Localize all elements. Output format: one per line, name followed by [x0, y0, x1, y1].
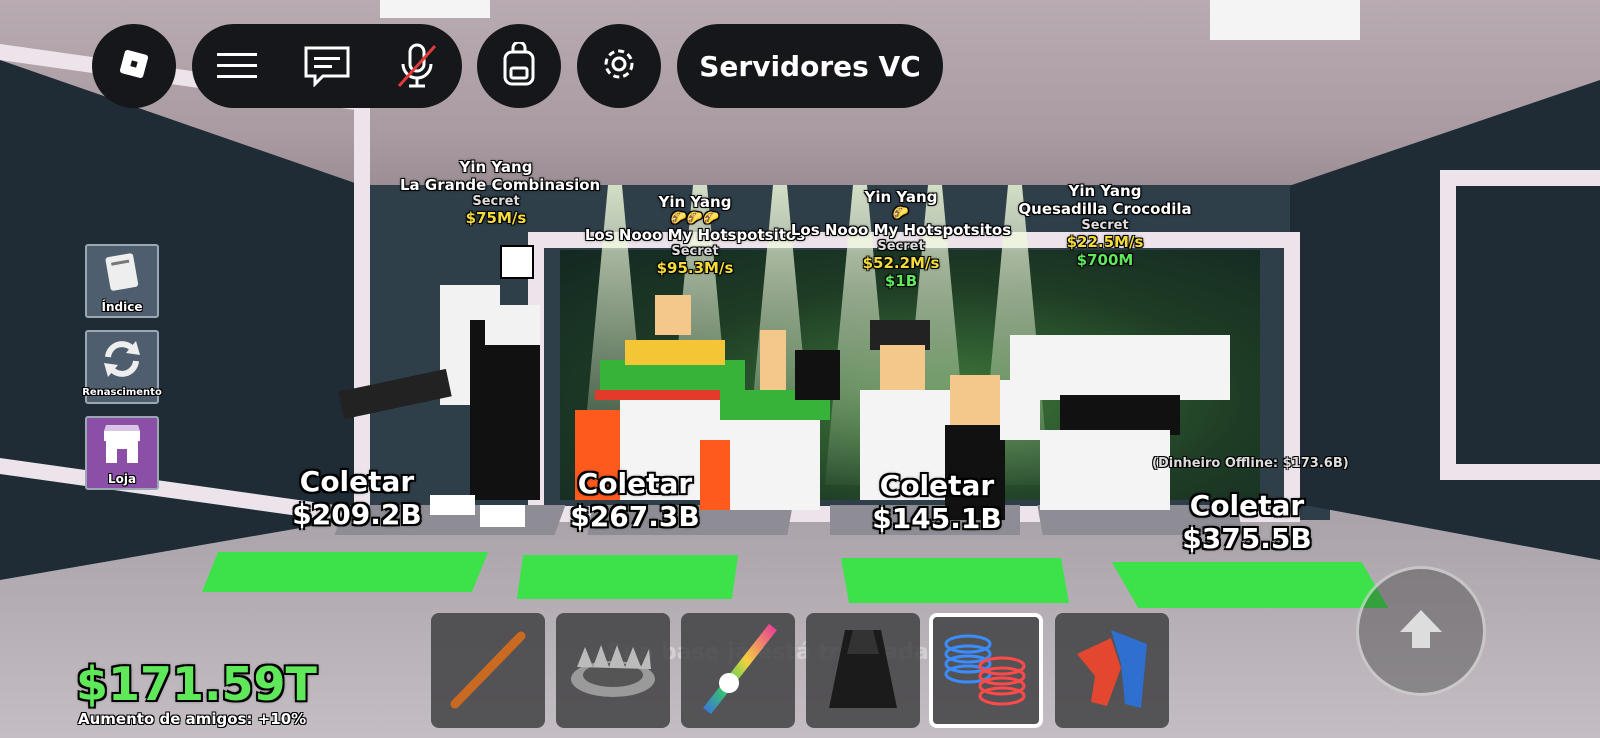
jump-button[interactable] — [1356, 566, 1486, 696]
collect-pad[interactable] — [201, 552, 489, 592]
rarity-label: Secret — [877, 239, 925, 254]
owner-name: Yin Yang — [658, 193, 732, 211]
backpack-button[interactable] — [477, 24, 561, 108]
hotbar-slot-4[interactable] — [806, 613, 920, 728]
shop-button[interactable]: Loja — [85, 416, 159, 490]
collect-label-3: Coletar $145.1B — [862, 470, 1012, 536]
book-icon — [100, 246, 144, 300]
shop-icon — [98, 418, 146, 472]
friend-boost-label: Aumento de amigos: +10% — [78, 710, 307, 728]
unicorn-sword-icon — [693, 619, 783, 723]
owner-name: Yin Yang — [459, 158, 533, 176]
worth-value: $700M — [1076, 251, 1134, 269]
collect-pad[interactable] — [516, 555, 739, 599]
income-rate: $75M/s — [465, 209, 527, 227]
collect-amount: $375.5B — [1182, 522, 1312, 555]
roblox-menu-button[interactable] — [92, 24, 176, 108]
billboard-hotspotsitos-1: Yin Yang 🌮🌮🌮 Los Nooo My Hotspotsitos Se… — [580, 193, 810, 277]
collect-amount: $209.2B — [292, 498, 422, 531]
red-blue-figure-icon — [1067, 624, 1157, 718]
collect-pad[interactable] — [841, 558, 1069, 603]
brainrot-name: La Grande Combinasion — [400, 176, 601, 194]
collect-amount: $145.1B — [872, 502, 1002, 535]
rarity-label: Secret — [472, 194, 520, 209]
gear-icon — [600, 45, 638, 87]
owner-name: Yin Yang — [864, 188, 938, 206]
collect-amount: $267.3B — [570, 500, 700, 533]
backpack-icon — [501, 40, 537, 90]
shop-label: Loja — [107, 472, 137, 486]
billboard-la-grande-combinasion: Yin Yang La Grande Combinasion Secret $7… — [400, 158, 601, 227]
voice-servers-button[interactable]: Servidores VC — [677, 24, 943, 108]
collect-label-4: Coletar $375.5B — [1172, 490, 1322, 556]
collect-text: Coletar — [879, 469, 995, 502]
ceiling-light — [380, 0, 490, 18]
collect-pad[interactable] — [1111, 562, 1389, 608]
black-cloak-icon — [823, 624, 903, 718]
rarity-label: Secret — [671, 244, 719, 259]
collect-text: Coletar — [1189, 489, 1305, 522]
bear-trap-icon — [565, 629, 661, 713]
right-window-frame — [1440, 170, 1600, 480]
collect-text: Coletar — [299, 465, 415, 498]
roblox-logo-icon — [114, 44, 154, 88]
collect-text: Coletar — [577, 467, 693, 500]
rebirth-icon — [98, 332, 146, 386]
chat-icon[interactable] — [297, 36, 357, 96]
income-rate: $52.2M/s — [862, 254, 940, 272]
hotbar-slot-2[interactable] — [556, 613, 670, 728]
food-icons: 🌮🌮🌮 — [670, 211, 720, 226]
rarity-label: Secret — [1081, 218, 1129, 233]
left-window-frame — [0, 43, 370, 527]
offline-money-note: (Dinheiro Offline: $173.6B) — [1152, 456, 1349, 471]
mic-muted-icon[interactable] — [387, 36, 447, 96]
ceiling-light — [1210, 0, 1360, 40]
index-button[interactable]: Índice — [85, 244, 159, 318]
billboard-quesadilla-crocodila: Yin Yang Quesadilla Crocodila Secret $22… — [1010, 182, 1200, 269]
spring-coil-icon — [936, 624, 1036, 718]
hotbar-slot-6[interactable] — [1055, 613, 1169, 728]
brainrot-name: Quesadilla Crocodila — [1018, 200, 1192, 218]
income-rate: $95.3M/s — [656, 259, 734, 277]
rebirth-label: Renascimento — [82, 387, 162, 398]
food-icons: 🌮 — [892, 206, 910, 221]
collect-label-1: Coletar $209.2B — [282, 466, 432, 532]
hotbar-slot-3[interactable] — [681, 613, 795, 728]
settings-button[interactable] — [577, 24, 661, 108]
money-counter: $171.59T — [76, 657, 317, 711]
worth-value: $1B — [884, 272, 918, 290]
hamburger-menu-icon[interactable] — [207, 36, 267, 96]
index-label: Índice — [101, 300, 143, 314]
brainrot-name: Los Nooo My Hotspotsitos — [584, 226, 806, 244]
income-rate: $22.5M/s — [1066, 233, 1144, 251]
rebirth-button[interactable]: Renascimento — [82, 330, 162, 404]
baseball-bat-icon — [443, 624, 533, 718]
jump-arrow-icon — [1396, 606, 1446, 656]
hotbar-slot-5-selected[interactable] — [929, 613, 1043, 728]
collect-label-2: Coletar $267.3B — [560, 468, 710, 534]
billboard-hotspotsitos-2: Yin Yang 🌮 Los Nooo My Hotspotsitos Secr… — [790, 188, 1012, 290]
hotbar-slot-1[interactable] — [431, 613, 545, 728]
top-menu-group — [192, 24, 462, 108]
brainrot-name: Los Nooo My Hotspotsitos — [790, 221, 1012, 239]
owner-name: Yin Yang — [1068, 182, 1142, 200]
voice-servers-label: Servidores VC — [699, 49, 921, 83]
